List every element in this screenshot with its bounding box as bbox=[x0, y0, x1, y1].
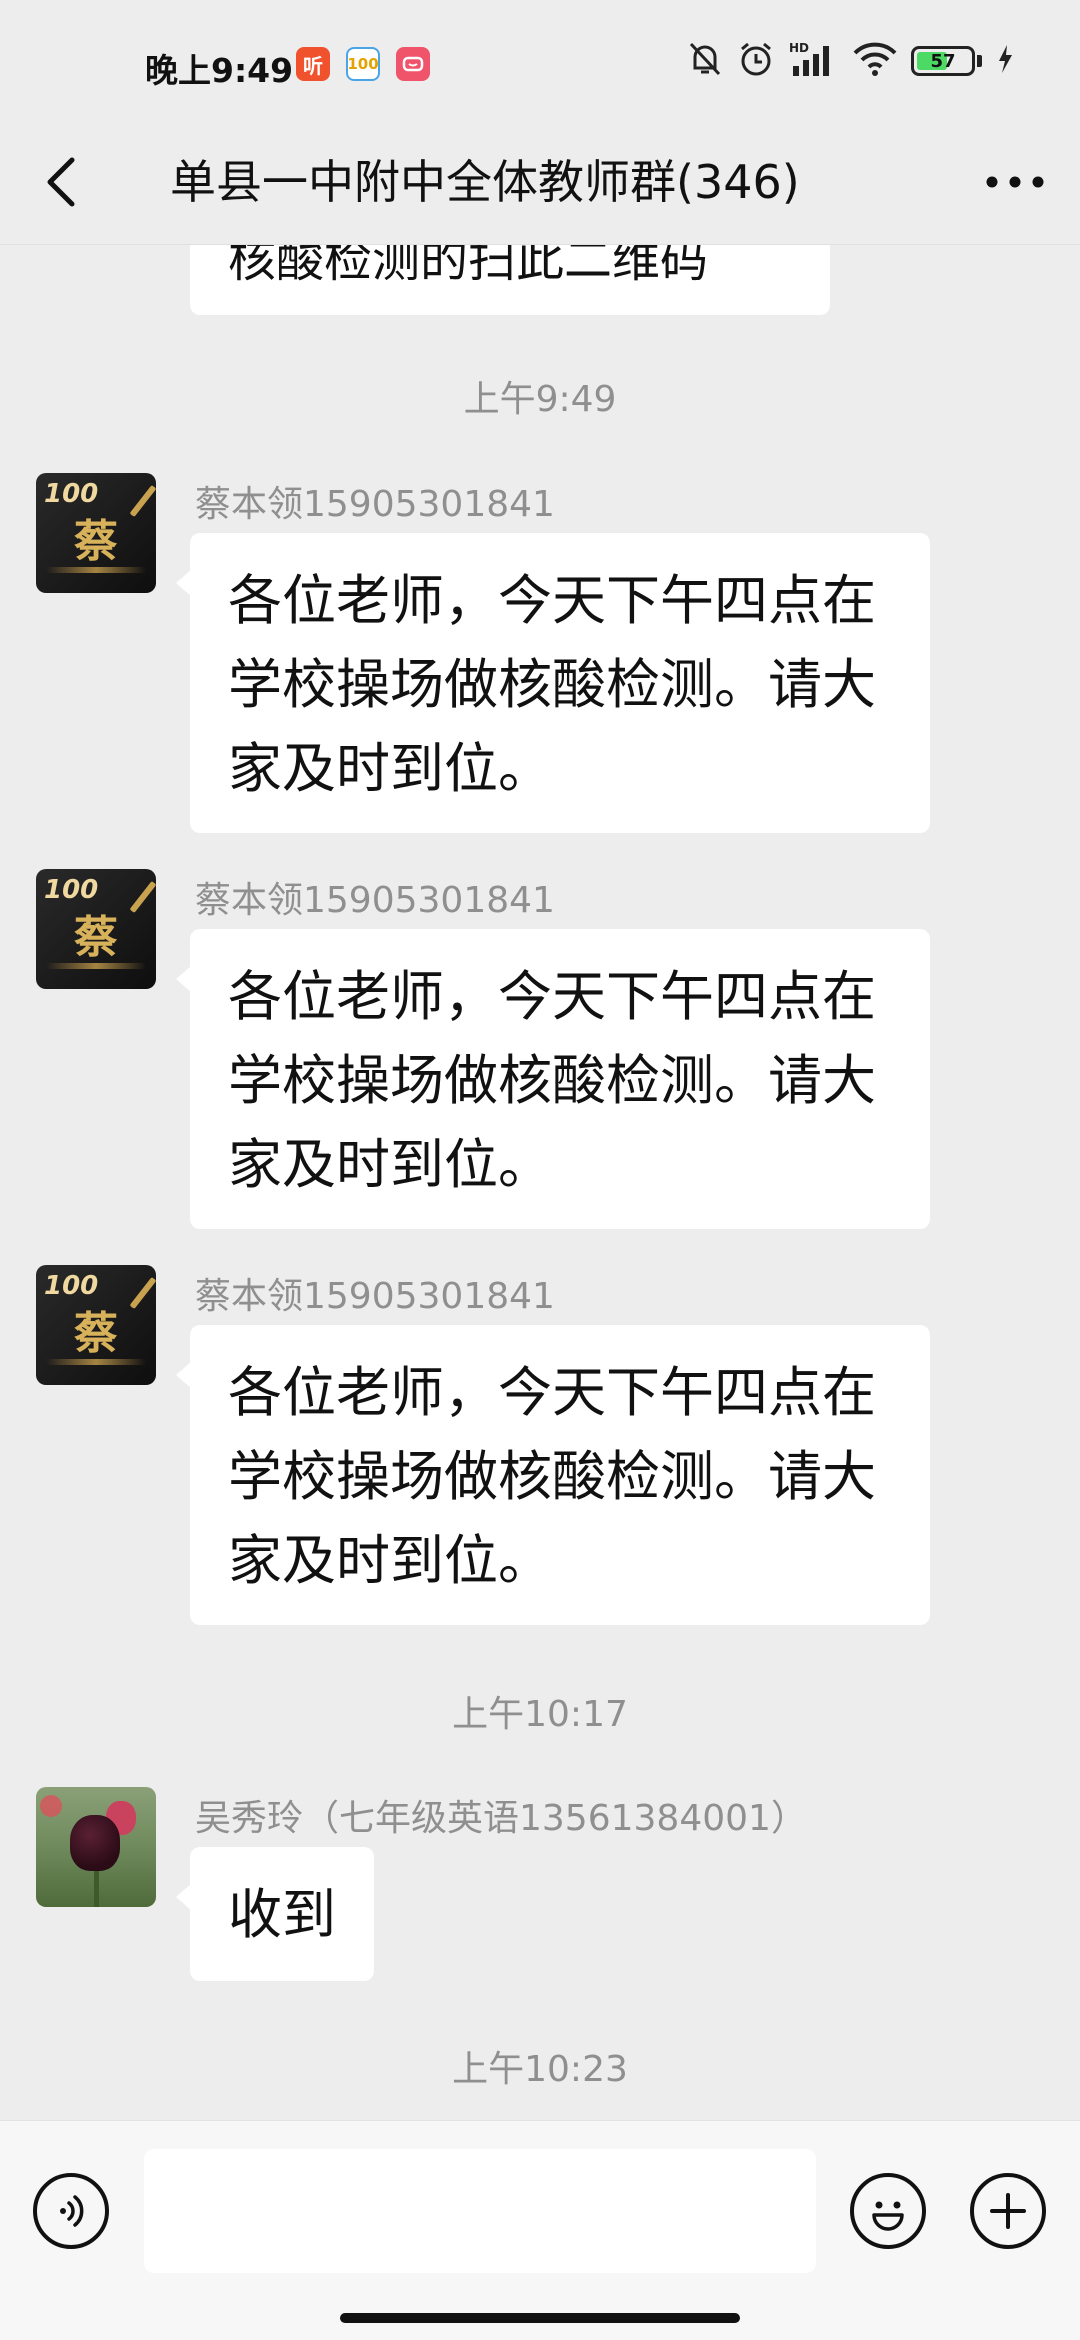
chat-title[interactable]: 单县一中附中全体教师群(346) bbox=[170, 142, 910, 222]
message-bubble-partial[interactable]: 核酸检测的扫此二维码 bbox=[190, 245, 830, 315]
sender-name: 蔡本领15905301841 bbox=[195, 484, 555, 525]
message-bubble[interactable]: 各位老师，今天下午四点在学校操场做核酸检测。请大家及时到位。 bbox=[176, 533, 930, 833]
message-bubble[interactable]: 各位老师，今天下午四点在学校操场做核酸检测。请大家及时到位。 bbox=[176, 929, 930, 1229]
avatar-char: 蔡 bbox=[74, 516, 118, 567]
svg-text:HD: HD bbox=[789, 41, 809, 55]
avatar[interactable] bbox=[36, 1787, 156, 1907]
emoji-button[interactable] bbox=[850, 2173, 926, 2249]
hd-signal-icon: HD bbox=[789, 40, 839, 82]
flower-accent bbox=[40, 1795, 62, 1817]
timestamp: 上午10:23 bbox=[452, 2049, 628, 2090]
red-app-icon bbox=[396, 47, 430, 81]
mute-bell-icon bbox=[687, 40, 723, 82]
wifi-icon bbox=[853, 41, 897, 81]
timestamp: 上午9:49 bbox=[463, 379, 617, 420]
avatar-char: 蔡 bbox=[74, 1308, 118, 1359]
status-bar: 晚上9:49 听 100 HD 57 bbox=[0, 0, 1080, 122]
avatar[interactable]: 100 蔡 bbox=[36, 473, 156, 593]
emoji-icon bbox=[872, 2201, 904, 2231]
add-button[interactable] bbox=[970, 2173, 1046, 2249]
battery-icon: 57 bbox=[911, 46, 975, 76]
input-bar bbox=[0, 2120, 1080, 2340]
voice-button[interactable] bbox=[33, 2173, 109, 2249]
message-bubble[interactable]: 收到 bbox=[176, 1847, 374, 1981]
avatar[interactable]: 100 蔡 bbox=[36, 869, 156, 989]
status-icons: HD 57 bbox=[687, 40, 1014, 82]
100-app-icon: 100 bbox=[346, 47, 380, 81]
avatar-signature bbox=[46, 1359, 146, 1365]
sender-name: 蔡本领15905301841 bbox=[195, 880, 555, 921]
chat-messages[interactable]: 核酸检测的扫此二维码 上午9:49 100 蔡 蔡本领15905301841 各… bbox=[0, 245, 1080, 2120]
chat-screen: 晚上9:49 听 100 HD 57 单县一中附中全体教师群(346) 核酸检测… bbox=[0, 0, 1080, 2340]
message-input[interactable] bbox=[144, 2149, 816, 2273]
charging-icon bbox=[996, 43, 1014, 79]
ting-app-icon: 听 bbox=[296, 47, 330, 81]
sender-name: 蔡本领15905301841 bbox=[195, 1276, 555, 1317]
more-button[interactable] bbox=[980, 150, 1050, 214]
sender-name: 吴秀玲（七年级英语13561384001） bbox=[195, 1798, 807, 1839]
battery-cap bbox=[977, 55, 982, 67]
voice-icon bbox=[60, 2195, 84, 2227]
avatar-char: 蔡 bbox=[74, 912, 118, 963]
timestamp: 上午10:17 bbox=[452, 1694, 628, 1735]
alarm-icon bbox=[737, 40, 775, 82]
battery-level: 57 bbox=[930, 50, 956, 72]
chevron-left-icon bbox=[47, 157, 75, 207]
home-indicator[interactable] bbox=[340, 2313, 740, 2323]
title-bar: 单县一中附中全体教师群(346) bbox=[0, 122, 1080, 245]
message-bubble[interactable]: 各位老师，今天下午四点在学校操场做核酸检测。请大家及时到位。 bbox=[176, 1325, 930, 1625]
avatar[interactable]: 100 蔡 bbox=[36, 1265, 156, 1385]
status-time: 晚上9:49 bbox=[145, 51, 294, 90]
flower-stem bbox=[94, 1867, 99, 1907]
avatar-signature bbox=[46, 963, 146, 969]
tulip-icon bbox=[70, 1815, 120, 1871]
more-dots-icon bbox=[986, 176, 1044, 188]
back-button[interactable] bbox=[30, 150, 94, 214]
plus-icon bbox=[990, 2193, 1026, 2229]
avatar-signature bbox=[46, 567, 146, 573]
